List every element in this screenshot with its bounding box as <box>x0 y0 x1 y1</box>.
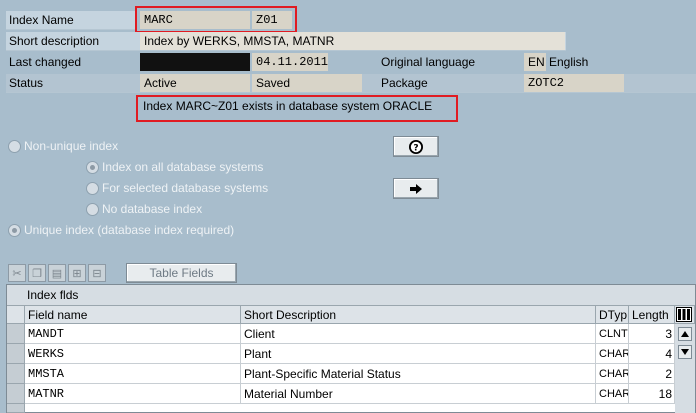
last-changed-date-field: 04.11.2011 <box>252 53 328 71</box>
row-selector[interactable] <box>7 384 25 404</box>
table-cell-desc: Client <box>241 324 596 344</box>
short-desc-field[interactable]: Index by WERKS, MMSTA, MATNR <box>140 32 565 50</box>
selected-db-radio[interactable] <box>86 182 99 195</box>
status-field: Active <box>140 74 250 92</box>
col-header-dtyp[interactable]: DTyp <box>596 306 629 324</box>
last-changed-user-field <box>140 53 250 71</box>
table-cell-dtyp: CLNT <box>596 324 629 344</box>
col-header-length[interactable]: Length <box>629 306 675 324</box>
non-unique-radio[interactable] <box>8 140 21 153</box>
table-cell-dtyp: CHAR <box>596 364 629 384</box>
table-cell-field[interactable]: MANDT <box>25 324 241 344</box>
orig-lang-name: English <box>549 55 589 69</box>
delete-row-icon[interactable]: ⊟ <box>88 264 106 282</box>
unique-radio[interactable] <box>8 224 21 237</box>
table-cell-desc: Plant-Specific Material Status <box>241 364 596 384</box>
scroll-up-button[interactable] <box>678 327 692 341</box>
db-systems-button[interactable] <box>393 178 439 199</box>
table-cell-field[interactable]: MATNR <box>25 384 241 404</box>
selected-db-label: For selected database systems <box>102 181 269 195</box>
unique-label: Unique index (database index required) <box>24 223 235 237</box>
table-cell-dtyp: CHAR <box>596 344 629 364</box>
table-fields-button[interactable]: Table Fields <box>126 263 237 283</box>
arrow-down-icon <box>681 349 689 355</box>
index-name-label: Index Name <box>6 11 136 30</box>
row-selector[interactable] <box>7 364 25 384</box>
orig-lang-code-field: EN <box>524 53 546 71</box>
paste-icon[interactable]: ▤ <box>48 264 66 282</box>
package-label: Package <box>381 76 428 90</box>
package-field[interactable]: ZOTC2 <box>524 74 624 92</box>
col-header-field-name[interactable]: Field name <box>25 306 241 324</box>
question-icon: ? <box>409 139 423 154</box>
table-cell-desc: Material Number <box>241 384 596 404</box>
svg-text:?: ? <box>413 143 418 153</box>
no-db-label: No database index <box>102 202 203 216</box>
copy-icon[interactable]: ❐ <box>28 264 46 282</box>
arrow-up-icon <box>681 331 689 337</box>
table-cell-desc: Plant <box>241 344 596 364</box>
db-info-button[interactable]: ? <box>393 136 439 157</box>
non-unique-label: Non-unique index <box>24 139 119 153</box>
last-changed-label: Last changed <box>9 55 82 69</box>
table-cell-field[interactable]: WERKS <box>25 344 241 364</box>
arrow-right-icon <box>410 183 422 194</box>
all-db-radio[interactable] <box>86 161 99 174</box>
orig-lang-label: Original language <box>381 55 476 69</box>
column-settings-button[interactable] <box>675 306 695 324</box>
row-selector[interactable] <box>7 404 25 413</box>
status-saved-field: Saved <box>252 74 362 92</box>
no-db-radio[interactable] <box>86 203 99 216</box>
table-cell-field[interactable]: MMSTA <box>25 364 241 384</box>
scroll-down-button[interactable] <box>678 345 692 359</box>
index-fields-grid: Index flds Field name Short Description … <box>6 284 696 413</box>
table-cell-dtyp: CHAR <box>596 384 629 404</box>
highlight-db-message <box>136 95 458 122</box>
grid-title: Index flds <box>7 285 695 306</box>
table-cell-length: 3 <box>629 324 675 344</box>
highlight-index-name <box>135 6 297 33</box>
column-settings-icon <box>676 307 692 322</box>
all-db-label: Index on all database systems <box>102 160 264 174</box>
row-selector[interactable] <box>7 324 25 344</box>
select-all-header[interactable] <box>7 306 25 324</box>
table-cell-length: 2 <box>629 364 675 384</box>
col-header-short-description[interactable]: Short Description <box>241 306 596 324</box>
table-cell-length: 18 <box>629 384 675 404</box>
insert-row-icon[interactable]: ⊞ <box>68 264 86 282</box>
cut-icon[interactable]: ✂ <box>8 264 26 282</box>
table-cell-length: 4 <box>629 344 675 364</box>
row-selector[interactable] <box>7 344 25 364</box>
